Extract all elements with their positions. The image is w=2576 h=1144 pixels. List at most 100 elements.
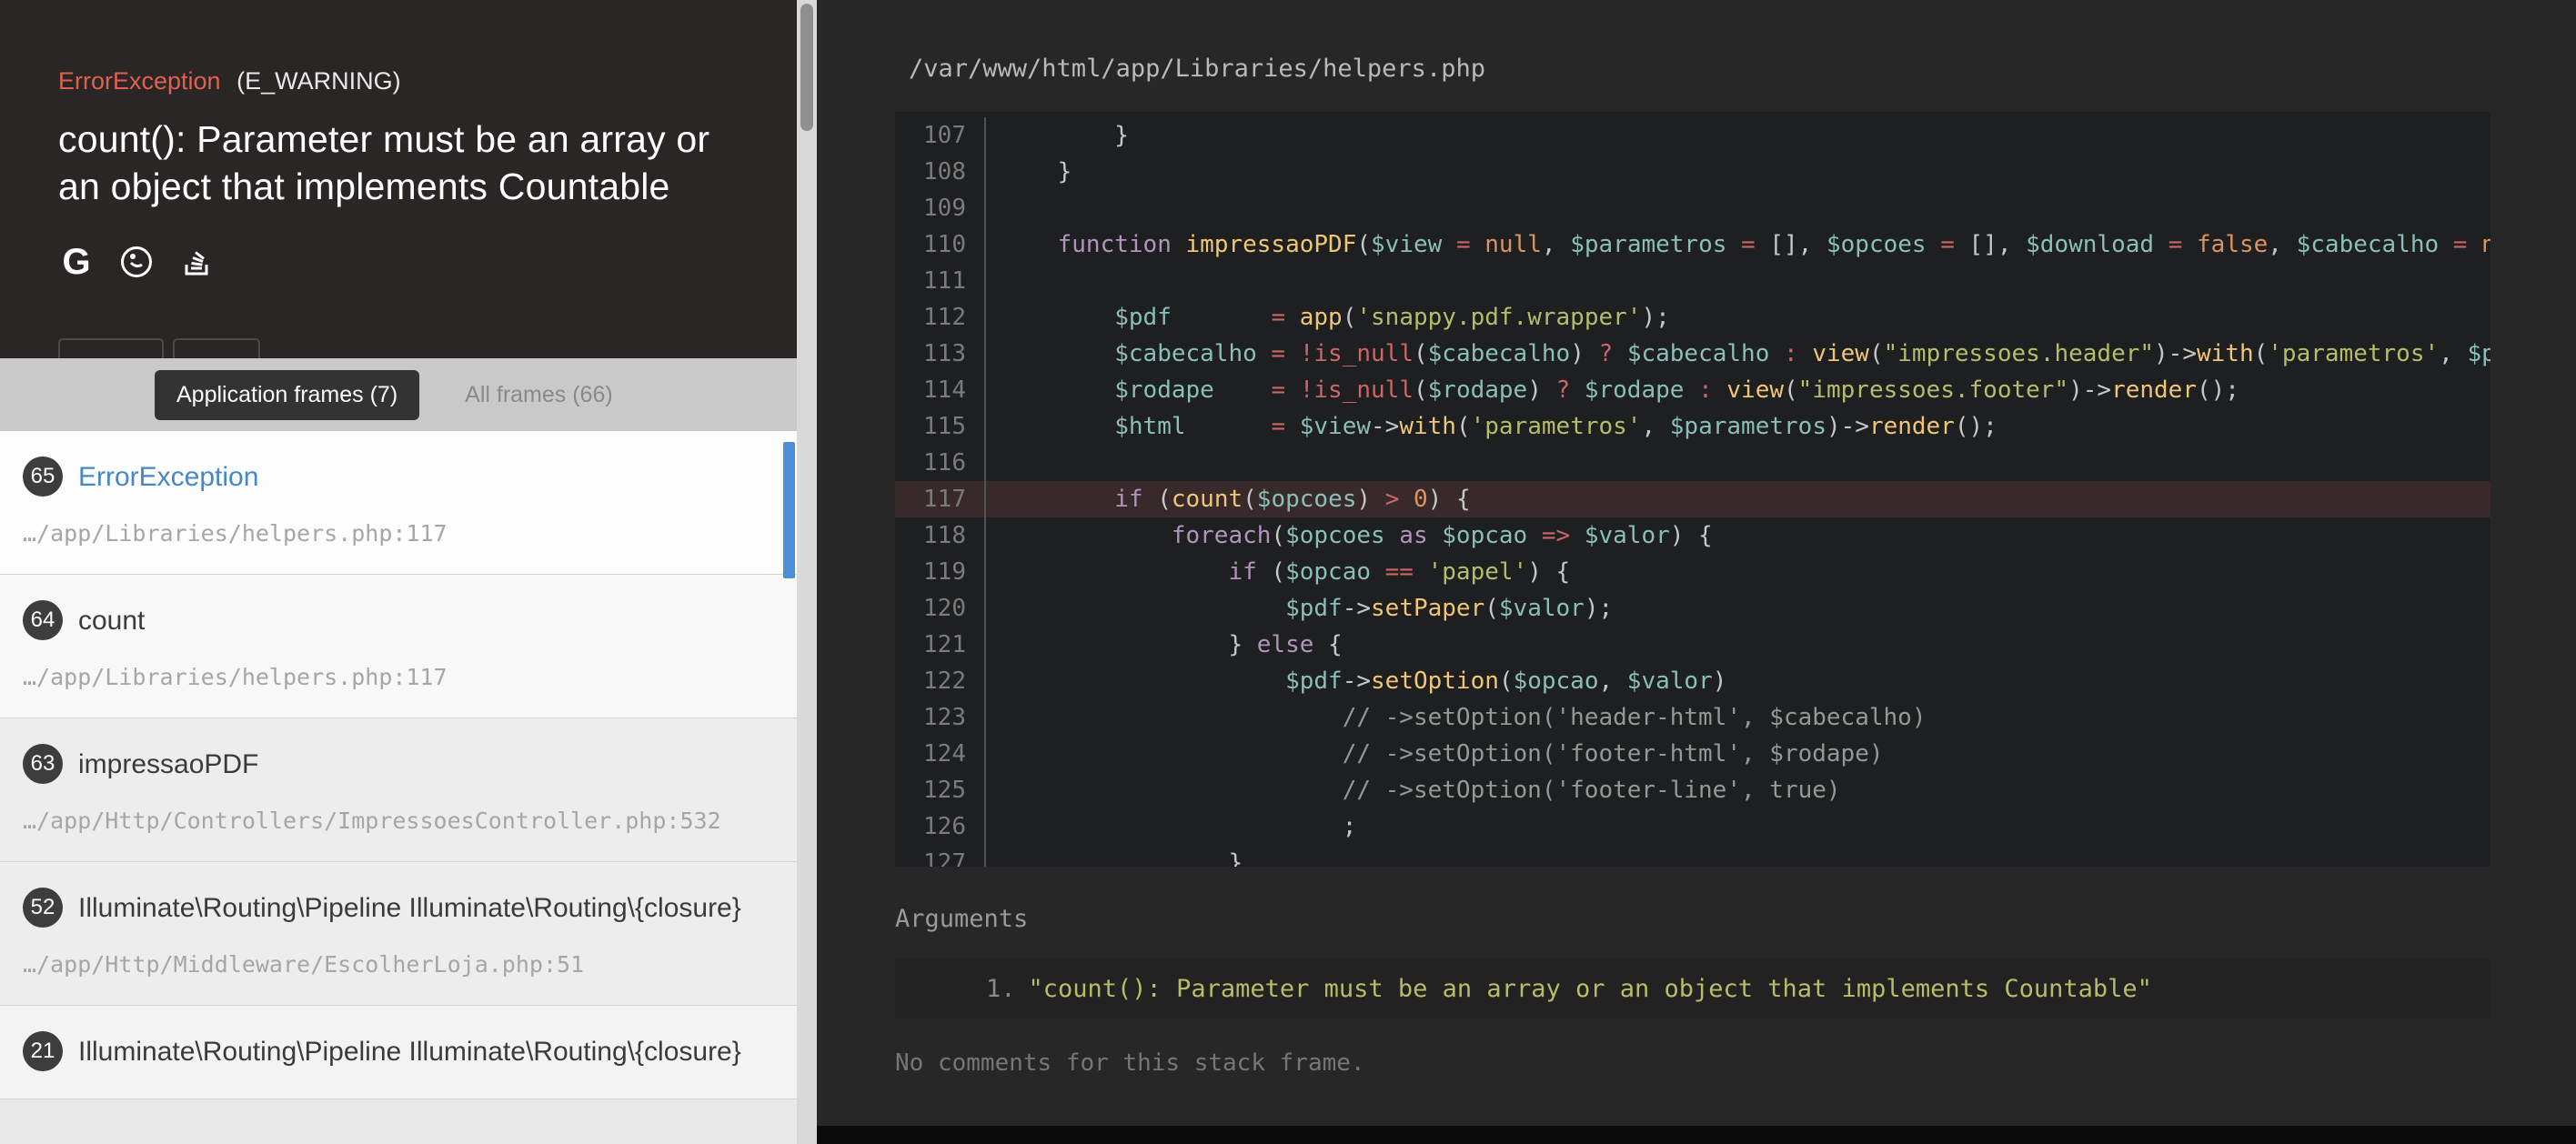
frame-path: …/app/Libraries/helpers.php:117 xyxy=(23,664,746,690)
panel-scrollbar-thumb[interactable] xyxy=(800,4,813,131)
code-text: $pdf = app('snappy.pdf.wrapper'); xyxy=(986,299,2490,336)
arguments-list: 1."count(): Parameter must be an array o… xyxy=(895,958,2490,1019)
line-number: 119 xyxy=(895,554,986,590)
tab-application-frames[interactable]: Application frames (7) xyxy=(155,370,419,420)
code-line-116: 116 xyxy=(895,445,2490,481)
code-line-125: 125 // ->setOption('footer-line', true) xyxy=(895,772,2490,808)
frame-item-52[interactable]: 52 Illuminate\Routing\Pipeline Illuminate… xyxy=(0,862,797,1006)
frame-item-21[interactable]: 21Illuminate\Routing\Pipeline Illuminate… xyxy=(0,1006,797,1099)
frame-path: …/app/Http/Middleware/EscolherLoja.php:5… xyxy=(23,951,746,978)
frame-item-63[interactable]: 63 impressaoPDF …/app/Http/Controllers/Imp… xyxy=(0,718,797,862)
code-text: $html = $view->with('parametros', $param… xyxy=(986,408,2490,445)
code-text: // ->setOption('header-html', $cabecalho… xyxy=(986,699,2490,736)
code-line-113: 113 $cabecalho = !is_null($cabecalho) ? … xyxy=(895,336,2490,372)
line-number: 114 xyxy=(895,372,986,408)
frame-name: impressaoPDF xyxy=(78,742,258,783)
frame-name: count xyxy=(78,598,145,639)
google-search-icon[interactable]: G xyxy=(58,244,95,280)
code-line-119: 119 if ($opcao == 'papel') { xyxy=(895,554,2490,590)
code-text: $pdf->setOption($opcao, $valor) xyxy=(986,663,2490,699)
code-lines: 107 }108 }109110 function impressaoPDF($… xyxy=(895,117,2490,867)
code-text: $rodape = !is_null($rodape) ? $rodape : … xyxy=(986,372,2490,408)
argument-index: 1. xyxy=(986,975,1016,1003)
line-number: 118 xyxy=(895,517,986,554)
exception-message: count(): Parameter must be an array or a… xyxy=(58,115,736,211)
bottom-bar xyxy=(817,1126,2576,1144)
code-line-108: 108 } xyxy=(895,154,2490,190)
clipped-button-1[interactable] xyxy=(58,338,164,358)
line-number: 107 xyxy=(895,117,986,154)
code-line-111: 111 xyxy=(895,263,2490,299)
exception-header: ErrorException (E_WARNING) count(): Para… xyxy=(0,0,797,358)
exception-severity: (E_WARNING) xyxy=(236,67,401,95)
code-line-124: 124 // ->setOption('footer-html', $rodap… xyxy=(895,736,2490,772)
exception-class: ErrorException xyxy=(58,67,221,95)
line-number: 110 xyxy=(895,226,986,263)
frame-index-badge: 64 xyxy=(23,600,63,640)
code-line-123: 123 // ->setOption('header-html', $cabec… xyxy=(895,699,2490,736)
tab-all-frames[interactable]: All frames (66) xyxy=(465,382,613,408)
code-line-110: 110 function impressaoPDF($view = null, … xyxy=(895,226,2490,263)
code-line-115: 115 $html = $view->with('parametros', $p… xyxy=(895,408,2490,445)
code-text: } xyxy=(986,117,2490,154)
search-help-icons: G xyxy=(58,244,742,280)
frames-items: 65ErrorException …/app/Libraries/helpers.… xyxy=(0,431,797,1099)
line-number: 112 xyxy=(895,299,986,336)
frame-path: …/app/Libraries/helpers.php:117 xyxy=(23,520,746,547)
code-text: } xyxy=(986,845,2490,867)
frame-item-65[interactable]: 65ErrorException …/app/Libraries/helpers.… xyxy=(0,431,797,575)
line-number: 123 xyxy=(895,699,986,736)
frame-name: ErrorException xyxy=(78,455,258,496)
code-text: $cabecalho = !is_null($cabecalho) ? $cab… xyxy=(986,336,2490,372)
exception-class-row: ErrorException (E_WARNING) xyxy=(58,67,742,95)
whoops-error-page: ErrorException (E_WARNING) count(): Para… xyxy=(0,0,2576,1144)
line-number: 127 xyxy=(895,845,986,867)
frame-index-badge: 52 xyxy=(23,888,63,928)
frame-head: 21Illuminate\Routing\Pipeline Illuminate… xyxy=(23,1029,746,1071)
line-number: 122 xyxy=(895,663,986,699)
code-text: foreach($opcoes as $opcao => $valor) { xyxy=(986,517,2490,554)
code-line-107: 107 } xyxy=(895,117,2490,154)
code-text: if ($opcao == 'papel') { xyxy=(986,554,2490,590)
code-line-126: 126 ; xyxy=(895,808,2490,845)
clipped-button-2[interactable] xyxy=(173,338,260,358)
frames-filter-bar: Application frames (7) All frames (66) xyxy=(0,358,797,431)
line-number: 111 xyxy=(895,263,986,299)
line-number: 116 xyxy=(895,445,986,481)
frame-index-badge: 63 xyxy=(23,744,63,784)
frames-list: 65ErrorException …/app/Libraries/helpers.… xyxy=(0,431,797,1144)
line-number: 117 xyxy=(895,481,986,517)
code-line-117: 117 if (count($opcoes) > 0) { xyxy=(895,481,2490,517)
arguments-title: Arguments xyxy=(895,905,2490,933)
code-text: // ->setOption('footer-html', $rodape) xyxy=(986,736,2490,772)
frame-head: 65ErrorException xyxy=(23,455,746,497)
code-text xyxy=(986,190,2490,226)
duckduckgo-search-icon[interactable] xyxy=(118,244,155,280)
line-number: 125 xyxy=(895,772,986,808)
code-viewer: 107 }108 }109110 function impressaoPDF($… xyxy=(895,112,2490,867)
frame-head: 63 impressaoPDF xyxy=(23,742,746,784)
panel-scrollbar[interactable] xyxy=(797,0,817,1144)
line-number: 126 xyxy=(895,808,986,845)
code-line-120: 120 $pdf->setPaper($valor); xyxy=(895,590,2490,627)
line-number: 108 xyxy=(895,154,986,190)
code-line-118: 118 foreach($opcoes as $opcao => $valor)… xyxy=(895,517,2490,554)
code-line-112: 112 $pdf = app('snappy.pdf.wrapper'); xyxy=(895,299,2490,336)
file-path: /var/www/html/app/Libraries/helpers.php xyxy=(895,55,2490,83)
code-line-122: 122 $pdf->setOption($opcao, $valor) xyxy=(895,663,2490,699)
line-number: 113 xyxy=(895,336,986,372)
argument-row: 1."count(): Parameter must be an array o… xyxy=(895,958,2490,1019)
code-text: if (count($opcoes) > 0) { xyxy=(986,481,2490,517)
frame-name: Illuminate\Routing\Pipeline Illuminate\R… xyxy=(78,886,741,927)
code-line-127: 127 } xyxy=(895,845,2490,867)
stackoverflow-search-icon[interactable] xyxy=(178,244,215,280)
frame-head: 52 Illuminate\Routing\Pipeline Illuminate… xyxy=(23,886,746,928)
frame-index-badge: 21 xyxy=(23,1031,63,1071)
frame-head: 64 count xyxy=(23,598,746,640)
line-number: 124 xyxy=(895,736,986,772)
code-text xyxy=(986,263,2490,299)
code-text: function impressaoPDF($view = null, $par… xyxy=(986,226,2490,263)
frames-scrollbar-thumb[interactable] xyxy=(783,442,795,578)
frame-path: …/app/Http/Controllers/ImpressoesControl… xyxy=(23,808,746,834)
frame-item-64[interactable]: 64 count …/app/Libraries/helpers.php:117 xyxy=(0,575,797,718)
